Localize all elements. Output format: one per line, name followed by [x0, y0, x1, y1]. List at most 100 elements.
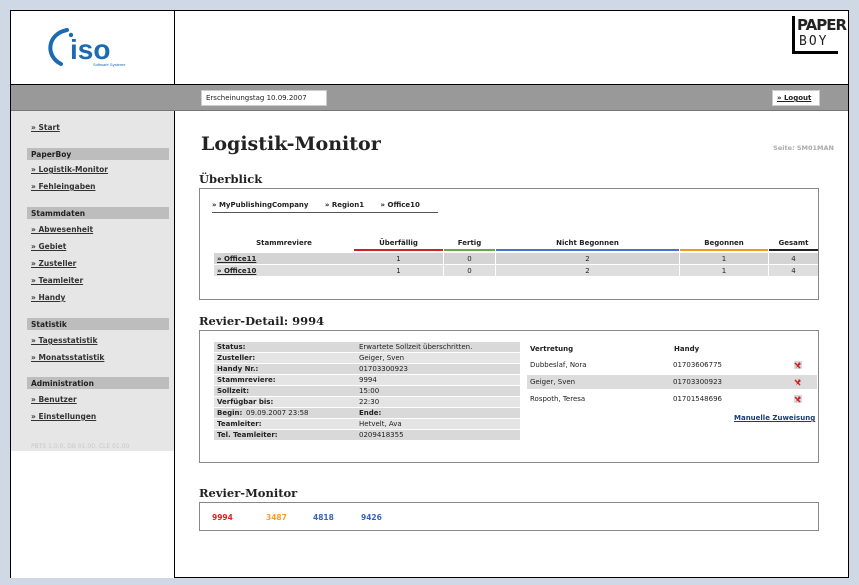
col-header-begonnen: Begonnen	[680, 239, 768, 251]
row-office10-fertig: 0	[444, 265, 495, 276]
col-header-nicht-begonnen: Nicht Begonnen	[496, 239, 679, 251]
detail-value: 01703300923	[359, 365, 408, 373]
detail-label: Tel. Teamleiter:	[217, 431, 278, 439]
monitor-panel: 9994 3487 4818 9426	[199, 502, 819, 531]
detail-row-stammreviere: Stammreviere: 9994	[214, 375, 520, 385]
detail-value: 22:30	[359, 398, 380, 406]
monitor-revier-9426[interactable]: 9426	[361, 513, 382, 522]
row-office11-ueberfaellig: 1	[354, 253, 443, 264]
logo-area: iso Software Systeme	[11, 11, 175, 85]
assign-icon[interactable]	[793, 359, 803, 370]
sidebar-item-abwesenheit[interactable]: » Abwesenheit	[31, 225, 93, 234]
row-office11-nicht-begonnen: 2	[496, 253, 679, 264]
detail-row-teamleiter: Teamleiter: Hetvelt, Ava	[214, 419, 520, 429]
row-office11-link[interactable]: » Office11	[214, 253, 354, 264]
detail-row-zusteller: Zusteller: Geiger, Sven	[214, 353, 520, 363]
handy-header: Handy	[674, 345, 700, 353]
detail-value: 9994	[359, 376, 377, 384]
detail-value: Erwartete Sollzeit überschritten.	[359, 343, 473, 351]
paperboy-logo: PAPER BOY	[792, 16, 847, 54]
sidebar: » Start PaperBoy » Logistik-Monitor » Fe…	[11, 111, 175, 578]
page-id: Seite: SM01MAN	[773, 144, 834, 152]
sidebar-item-teamleiter[interactable]: » Teamleiter	[31, 276, 83, 285]
vertretung-row[interactable]: Geiger, Sven 01703300923	[527, 375, 817, 389]
sidebar-section-administration: Administration	[27, 377, 169, 389]
detail-label: Begin:	[217, 409, 243, 417]
row-office10-gesamt: 4	[769, 265, 818, 276]
detail-label: Zusteller:	[217, 354, 256, 362]
vertretung-header: Vertretung	[530, 345, 574, 353]
detail-row-sollzeit: Sollzeit: 15:00	[214, 386, 520, 396]
sidebar-section-stammdaten: Stammdaten	[27, 207, 169, 219]
detail-row-handy: Handy Nr.: 01703300923	[214, 364, 520, 374]
row-office10-ueberfaellig: 1	[354, 265, 443, 276]
breadcrumb-company[interactable]: » MyPublishingCompany	[212, 201, 308, 209]
brand-line-1: PAPER	[797, 16, 847, 34]
page-title: Logistik-Monitor	[201, 133, 381, 155]
detail-value: Hetvelt, Ava	[359, 420, 402, 428]
breadcrumb-office[interactable]: » Office10	[381, 201, 420, 209]
sidebar-item-monatsstatistik[interactable]: » Monatsstatistik	[31, 353, 104, 362]
assign-icon[interactable]	[793, 393, 803, 404]
sidebar-item-fehleingaben[interactable]: » Fehleingaben	[31, 182, 96, 191]
sidebar-item-benutzer[interactable]: » Benutzer	[31, 395, 77, 404]
publication-date: Erscheinungstag 10.09.2007	[201, 90, 327, 106]
monitor-revier-3487[interactable]: 3487	[266, 513, 287, 522]
col-header-fertig: Fertig	[444, 239, 495, 251]
sidebar-item-einstellungen[interactable]: » Einstellungen	[31, 412, 96, 421]
col-header-ueberfaellig: Überfällig	[354, 239, 443, 251]
manual-assignment-link[interactable]: Manuelle Zuweisung	[734, 414, 815, 422]
detail-label: Verfügbar bis:	[217, 398, 274, 406]
header: iso Software Systeme PAPER BOY	[11, 11, 848, 85]
sidebar-item-gebiet[interactable]: » Gebiet	[31, 242, 66, 251]
detail-row-tel-teamleiter: Tel. Teamleiter: 0209418355	[214, 430, 520, 440]
vertretung-phone: 01703300923	[673, 378, 722, 386]
breadcrumb-underline	[212, 212, 438, 213]
vertretung-name: Rospoth, Teresa	[530, 395, 586, 403]
breadcrumb-region[interactable]: » Region1	[325, 201, 364, 209]
sidebar-item-logistik-monitor[interactable]: » Logistik-Monitor	[31, 165, 108, 174]
monitor-title: Revier-Monitor	[199, 486, 298, 500]
iso-logo[interactable]: iso Software Systeme	[41, 26, 137, 68]
col-header-gesamt: Gesamt	[769, 239, 818, 251]
row-office11-fertig: 0	[444, 253, 495, 264]
detail-label: Stammreviere:	[217, 376, 276, 384]
row-office10-nicht-begonnen: 2	[496, 265, 679, 276]
detail-label: Teamleiter:	[217, 420, 262, 428]
row-office11-gesamt: 4	[769, 253, 818, 264]
detail-label: Handy Nr.:	[217, 365, 259, 373]
vertretung-row[interactable]: Rospoth, Teresa 01701548696	[527, 392, 817, 406]
brand-line-2: BOY	[799, 34, 829, 49]
row-office10-link[interactable]: » Office10	[214, 265, 354, 276]
breadcrumb: » MyPublishingCompany » Region1 » Office…	[212, 201, 434, 209]
monitor-revier-4818[interactable]: 4818	[313, 513, 334, 522]
detail-row-status: Status: Erwartete Sollzeit überschritten.	[214, 342, 520, 352]
detail-label: Sollzeit:	[217, 387, 250, 395]
row-office11-begonnen: 1	[680, 253, 768, 264]
overview-panel: » MyPublishingCompany » Region1 » Office…	[199, 188, 819, 300]
sidebar-item-start[interactable]: » Start	[31, 123, 60, 132]
vertretung-row[interactable]: Dubbeslaf, Nora 01703606775	[527, 358, 817, 372]
version-info: PBTS 1.0.0, DB 01.00, CLE 01.00	[31, 443, 130, 450]
app-frame: iso Software Systeme PAPER BOY Erscheinu…	[10, 10, 849, 578]
detail-value: Geiger, Sven	[359, 354, 405, 362]
sidebar-item-zusteller[interactable]: » Zusteller	[31, 259, 76, 268]
sidebar-item-tagesstatistik[interactable]: » Tagesstatistik	[31, 336, 97, 345]
sidebar-item-handy[interactable]: » Handy	[31, 293, 65, 302]
sidebar-section-paperboy: PaperBoy	[27, 148, 169, 160]
row-office10-begonnen: 1	[680, 265, 768, 276]
logout-link[interactable]: » Logout	[772, 90, 820, 106]
detail-label: Status:	[217, 343, 246, 351]
sidebar-panel: » Start PaperBoy » Logistik-Monitor » Fe…	[11, 111, 174, 451]
detail-row-verfuegbar: Verfügbar bis: 22:30	[214, 397, 520, 407]
overview-title: Überblick	[199, 172, 263, 186]
sidebar-section-statistik: Statistik	[27, 318, 169, 330]
col-header-stammreviere: Stammreviere	[256, 239, 312, 247]
detail-value: 15:00	[359, 387, 380, 395]
vertretung-phone: 01701548696	[673, 395, 722, 403]
monitor-revier-9994[interactable]: 9994	[212, 513, 233, 522]
assign-icon[interactable]	[793, 376, 803, 387]
vertretung-name: Geiger, Sven	[530, 378, 576, 386]
detail-value: 0209418355	[359, 431, 404, 439]
detail-row-begin: Begin: 09.09.2007 23:58 Ende:	[214, 408, 520, 418]
